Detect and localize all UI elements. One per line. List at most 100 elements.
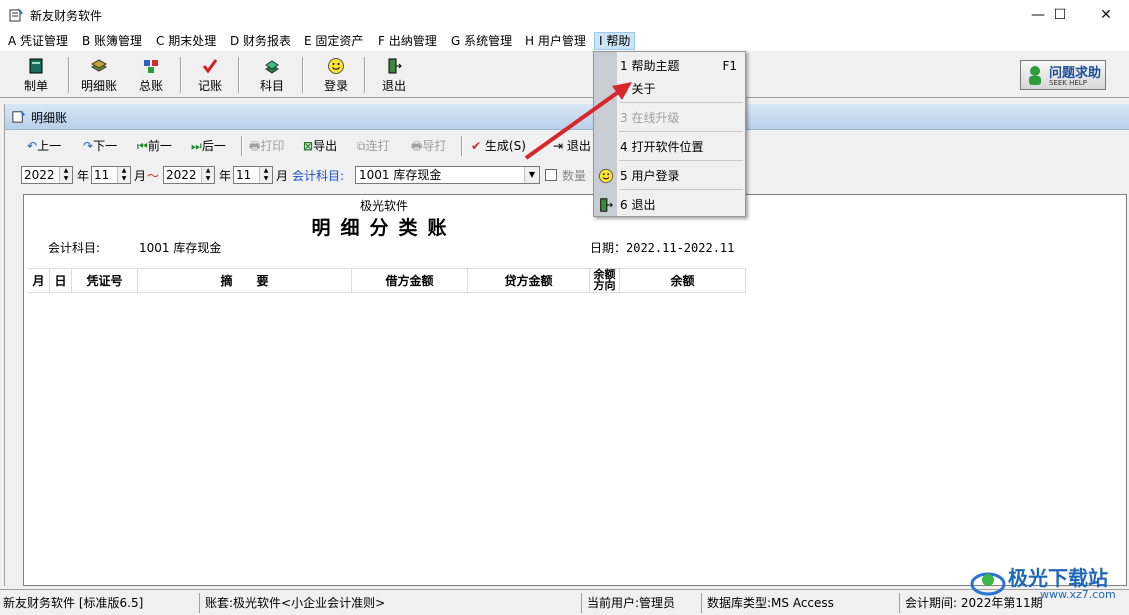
continuous-print-button[interactable]: ⧉连打: [357, 136, 390, 156]
status-database-type: 数据库类型:MS Access: [704, 593, 900, 613]
make-voucher-button[interactable]: 制单: [12, 55, 60, 95]
col-voucher-no: 凭证号: [72, 269, 138, 293]
print-button[interactable]: 🖶打印: [249, 136, 284, 156]
batch-print-label: 导打: [422, 139, 447, 153]
detail-ledger-label: 明细账: [80, 79, 117, 93]
col-debit: 借方金额: [352, 269, 468, 293]
general-ledger-button[interactable]: 总账: [128, 55, 174, 95]
annotation-arrow: [524, 82, 632, 160]
undo-arrow-icon: ↶: [27, 139, 38, 153]
quantity-checkbox[interactable]: [545, 169, 557, 181]
general-ledger-label: 总账: [138, 79, 163, 93]
toolbar-separator: [461, 136, 463, 156]
month-to-value: 11: [236, 168, 252, 182]
watermark-logo-icon: [970, 572, 1006, 596]
window-title: 新友财务软件: [30, 9, 103, 23]
prev-button[interactable]: ↶上一: [27, 136, 61, 156]
quantity-label: 数量: [562, 169, 587, 183]
subject-button[interactable]: 科目: [250, 55, 294, 95]
subject-label: 科目: [259, 79, 284, 93]
first-page-icon: ⏮: [137, 139, 148, 153]
first-button[interactable]: ⏮前一: [137, 136, 172, 156]
export-button[interactable]: ⊠导出: [303, 136, 337, 156]
year-to-spinner[interactable]: 2022 ▲ ▼: [163, 166, 215, 184]
account-select-value: 1001 库存现金: [359, 168, 442, 182]
menu-system[interactable]: G 系统管理: [447, 32, 516, 50]
spin-arrows-icon[interactable]: ▲ ▼: [59, 167, 72, 183]
toolbar-separator: [241, 136, 243, 156]
seek-help-button[interactable]: 问题求助 SEEK HELP: [1020, 60, 1106, 90]
next-label: 下一: [93, 139, 118, 153]
maximize-button[interactable]: ☐: [1037, 0, 1083, 30]
smiley-icon: [328, 58, 344, 74]
general-ledger-icon: [144, 60, 158, 73]
help-person-icon: [1029, 66, 1041, 85]
menu-cashier[interactable]: F 出纳管理: [374, 32, 441, 50]
menu-books[interactable]: B 账簿管理: [78, 32, 146, 50]
ledger-book-icon: [29, 58, 43, 74]
month-to-spinner[interactable]: 11 ▲ ▼: [233, 166, 273, 184]
menu-users[interactable]: H 用户管理: [521, 32, 590, 50]
menu-period-end[interactable]: C 期末处理: [152, 32, 220, 50]
books-stack-icon: [90, 59, 108, 72]
month-from-value: 11: [94, 168, 110, 182]
col-day: 日: [50, 269, 72, 293]
account-select[interactable]: 1001 库存现金 ▼: [355, 166, 540, 184]
report-date: 日期：2022.11-2022.11: [590, 241, 735, 255]
spin-arrows-icon[interactable]: ▲ ▼: [259, 167, 272, 183]
report-column-header: 月 日 凭证号 摘 要 借方金额 贷方金额 余额方向 余额: [28, 268, 746, 293]
batch-print-button[interactable]: 🖶导打: [411, 136, 446, 156]
login-button[interactable]: 登录: [314, 55, 358, 95]
generate-button[interactable]: ✔ 生成(S): [471, 136, 526, 156]
prev-label: 上一: [37, 139, 62, 153]
menu-fixed-assets[interactable]: E 固定资产: [300, 32, 367, 50]
col-credit: 贷方金额: [468, 269, 590, 293]
exit-button[interactable]: 退出: [374, 55, 414, 95]
continuous-print-icon: ⧉: [357, 139, 366, 153]
detail-ledger-button[interactable]: 明细账: [76, 55, 122, 95]
year-label: 年: [219, 169, 232, 183]
year-from-spinner[interactable]: 2022 ▲ ▼: [21, 166, 73, 184]
status-current-user: 当前用户:管理员: [584, 593, 702, 613]
next-button[interactable]: ↷下一: [83, 136, 117, 156]
make-voucher-label: 制单: [23, 79, 48, 93]
title-bar: 新友财务软件 — ☐ ✕: [0, 0, 1129, 30]
menu-help[interactable]: I 帮助: [594, 32, 636, 50]
printer-icon: 🖶: [249, 139, 261, 153]
help-topics-label: 1 帮助主题: [620, 59, 680, 73]
menu-reports[interactable]: D 财务报表: [226, 32, 295, 50]
last-button[interactable]: ⏭后一: [191, 136, 226, 156]
spin-arrows-icon[interactable]: ▲ ▼: [201, 167, 214, 183]
menu-exit-label: 6 退出: [620, 198, 656, 212]
post-button[interactable]: 记账: [188, 55, 232, 95]
menu-item-exit[interactable]: 6 退出: [619, 194, 743, 216]
export-label: 导出: [313, 139, 338, 153]
post-label: 记账: [197, 79, 222, 93]
spin-arrows-icon[interactable]: ▲ ▼: [117, 167, 130, 183]
help-topics-shortcut: F1: [722, 59, 737, 73]
login-label: 登录: [323, 79, 348, 93]
menu-item-user-login[interactable]: 5 用户登录: [619, 165, 743, 187]
close-button[interactable]: ✕: [1083, 0, 1129, 30]
month-from-spinner[interactable]: 11 ▲ ▼: [91, 166, 131, 184]
year-from-value: 2022: [24, 168, 55, 182]
chevron-down-icon[interactable]: ▼: [524, 167, 539, 183]
user-login-label: 5 用户登录: [620, 169, 680, 183]
toolbar-separator: [180, 57, 182, 93]
first-label: 前一: [147, 139, 172, 153]
app-icon: [9, 8, 23, 22]
menu-bar: A 凭证管理 B 账簿管理 C 期末处理 D 财务报表 E 固定资产 F 出纳管…: [0, 30, 1129, 51]
toolbar-separator: [364, 57, 366, 93]
checkmark-icon: [202, 59, 218, 74]
toolbar-separator: [302, 57, 304, 93]
continuous-print-label: 连打: [365, 139, 390, 153]
last-page-icon: ⏭: [191, 139, 202, 153]
year-to-value: 2022: [166, 168, 197, 182]
col-balance-direction: 余额方向: [590, 269, 620, 293]
range-tilde: ～: [147, 169, 160, 183]
last-label: 后一: [201, 139, 226, 153]
detail-ledger-window: 明细账 ↶上一 ↷下一 ⏮前一 ⏭后一 🖶打印 ⊠导出 ⧉连打 🖶导打 ✔ 生成…: [4, 104, 1129, 586]
menu-voucher[interactable]: A 凭证管理: [4, 32, 72, 50]
col-summary: 摘 要: [138, 269, 352, 293]
menu-item-help-topics[interactable]: 1 帮助主题 F1: [619, 55, 743, 77]
